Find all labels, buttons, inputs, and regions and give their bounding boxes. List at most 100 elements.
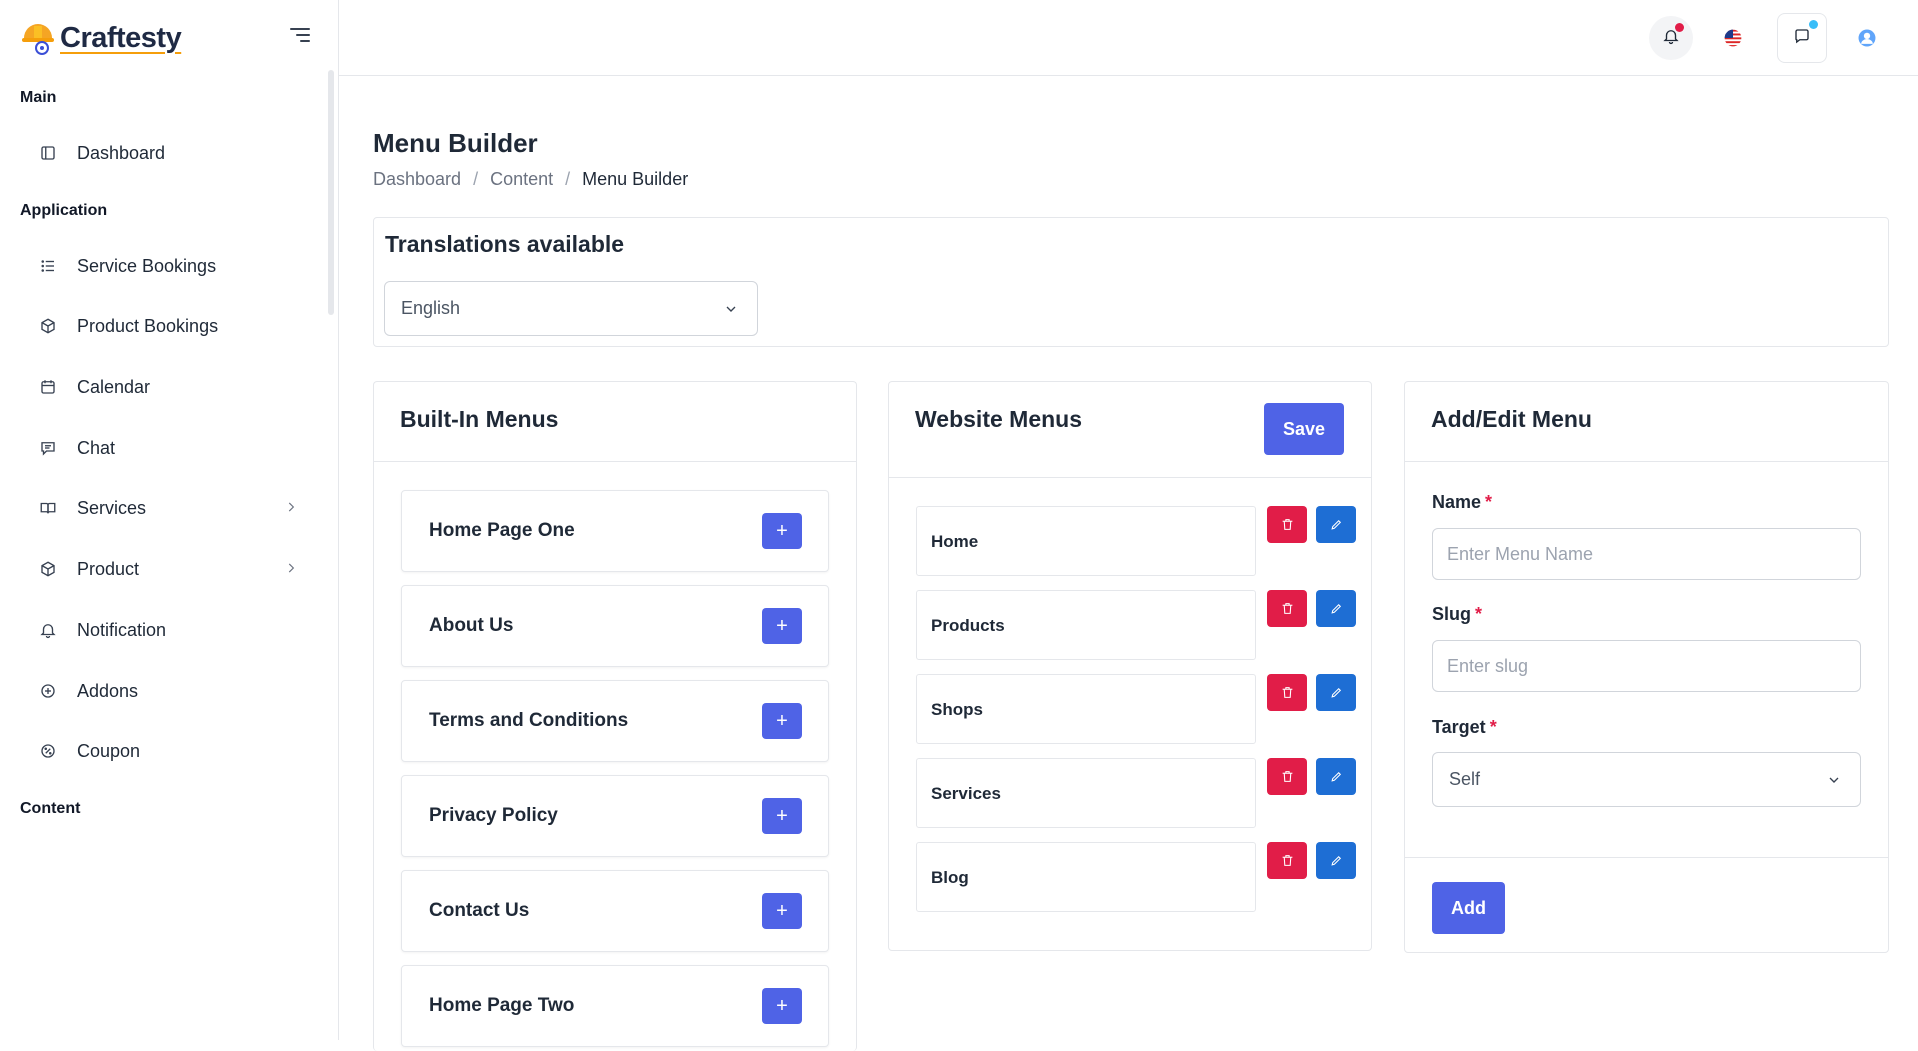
trash-icon — [1282, 519, 1292, 530]
website-menu-item[interactable]: Shops — [916, 674, 1256, 744]
delete-button[interactable] — [1267, 590, 1307, 627]
trash-icon — [1282, 687, 1292, 698]
delete-button[interactable] — [1267, 758, 1307, 795]
user-avatar[interactable] — [1845, 16, 1889, 60]
calendar-icon — [28, 367, 68, 407]
sidebar-item-dashboard[interactable]: Dashboard — [28, 131, 308, 175]
sidebar-item-label: Calendar — [77, 376, 151, 397]
delete-button[interactable] — [1267, 674, 1307, 711]
sidebar-item-addons[interactable]: Addons — [28, 669, 308, 713]
plus-circle-icon — [28, 671, 68, 711]
chevron-right-icon — [284, 561, 298, 575]
sidebar-item-notification[interactable]: Notification — [28, 608, 308, 652]
translations-title: Translations available — [385, 231, 625, 257]
sidebar-scrollbar[interactable] — [328, 70, 334, 315]
add-menu-button[interactable]: + — [762, 798, 802, 834]
add-menu-button[interactable]: + — [762, 893, 802, 929]
target-select[interactable]: Self — [1432, 752, 1861, 807]
builtin-menu-label: About Us — [429, 615, 514, 636]
sidebar-item-label: Coupon — [77, 740, 141, 761]
edit-button[interactable] — [1316, 758, 1356, 795]
us-flag-icon — [1724, 29, 1742, 47]
edit-button[interactable] — [1316, 674, 1356, 711]
notification-button[interactable] — [1649, 16, 1693, 60]
layout-icon — [28, 133, 68, 173]
builtin-menu-item: Home Page Two + — [401, 965, 829, 1047]
language-flag-button[interactable] — [1711, 16, 1755, 60]
main-content: Menu Builder Dashboard / Content / Menu … — [339, 76, 1918, 1051]
menu-name-input[interactable] — [1432, 528, 1861, 580]
app-logo[interactable]: Craftesty — [20, 16, 182, 60]
sidebar-item-coupon[interactable]: Coupon — [28, 729, 308, 773]
edit-button[interactable] — [1316, 842, 1356, 879]
required-mark: * — [1475, 604, 1483, 624]
pencil-icon — [1330, 687, 1341, 698]
target-select-value: Self — [1449, 769, 1481, 789]
trash-icon — [1282, 771, 1292, 782]
sidebar-item-label: Product Bookings — [77, 315, 219, 336]
breadcrumb-dashboard[interactable]: Dashboard — [373, 169, 461, 190]
bell-icon — [28, 610, 68, 650]
breadcrumb-separator: / — [473, 169, 479, 189]
slug-input[interactable] — [1432, 640, 1861, 692]
builtin-menu-item: Home Page One + — [401, 490, 829, 572]
add-menu-button[interactable]: + — [762, 703, 802, 739]
builtin-menus-header: Built-In Menus — [374, 382, 856, 462]
sidebar-item-calendar[interactable]: Calendar — [28, 365, 308, 409]
sidebar-item-chat[interactable]: Chat — [28, 426, 308, 470]
website-menu-label: Shops — [931, 700, 983, 719]
language-select[interactable]: English — [384, 281, 758, 336]
website-menu-item[interactable]: Products — [916, 590, 1256, 660]
sidebar-item-product[interactable]: Product — [28, 547, 308, 591]
add-menu-button[interactable]: + — [762, 988, 802, 1024]
delete-button[interactable] — [1267, 842, 1307, 879]
chat-icon — [1793, 27, 1811, 50]
website-menu-item[interactable]: Blog — [916, 842, 1256, 912]
builtin-menus-title: Built-In Menus — [400, 406, 559, 432]
sidebar-item-label: Service Bookings — [77, 255, 217, 276]
builtin-menu-item: Contact Us + — [401, 870, 829, 952]
logo-text: Craftesty — [60, 21, 182, 54]
trash-icon — [1282, 603, 1292, 614]
box-icon — [28, 306, 68, 346]
trash-icon — [1282, 855, 1292, 866]
pencil-icon — [1330, 855, 1341, 866]
add-button[interactable]: Add — [1432, 882, 1505, 934]
sidebar-item-service-bookings[interactable]: Service Bookings — [28, 244, 308, 288]
breadcrumb-content[interactable]: Content — [490, 169, 553, 190]
sidebar-item-label: Dashboard — [77, 142, 166, 163]
save-button[interactable]: Save — [1264, 403, 1344, 455]
website-menus-title: Website Menus — [915, 406, 1082, 432]
chat-button[interactable] — [1777, 13, 1827, 63]
edit-button[interactable] — [1316, 590, 1356, 627]
website-menus-card: Website Menus Save Home Products Shops S… — [888, 381, 1372, 951]
add-menu-button[interactable]: + — [762, 608, 802, 644]
book-icon — [28, 488, 68, 528]
sidebar-item-label: Notification — [77, 619, 167, 640]
box-icon — [28, 549, 68, 589]
section-content: Content — [20, 800, 81, 817]
website-menu-item[interactable]: Services — [916, 758, 1256, 828]
chevron-down-icon — [1829, 777, 1839, 783]
website-menu-item[interactable]: Home — [916, 506, 1256, 576]
sidebar-item-product-bookings[interactable]: Product Bookings — [28, 304, 308, 348]
pencil-icon — [1330, 771, 1341, 782]
menu-toggle-icon[interactable] — [290, 28, 310, 46]
section-application: Application — [20, 202, 108, 219]
topbar — [339, 0, 1918, 76]
add-menu-button[interactable]: + — [762, 513, 802, 549]
builtin-menus-card: Built-In Menus Home Page One + About Us … — [373, 381, 857, 1051]
sidebar: Craftesty Main Dashboard Application Ser… — [0, 0, 339, 1040]
name-label: Name * — [1432, 492, 1492, 513]
notification-dot — [1675, 23, 1684, 32]
delete-button[interactable] — [1267, 506, 1307, 543]
sidebar-item-services[interactable]: Services — [28, 486, 308, 530]
edit-button[interactable] — [1316, 506, 1356, 543]
page-title: Menu Builder — [373, 128, 538, 158]
builtin-menu-item: Privacy Policy + — [401, 775, 829, 857]
chat-icon — [28, 428, 68, 468]
name-label-text: Name — [1432, 492, 1482, 512]
avatar-icon — [1858, 29, 1876, 47]
builtin-menu-label: Contact Us — [429, 900, 530, 921]
chevron-down-icon — [726, 306, 736, 312]
